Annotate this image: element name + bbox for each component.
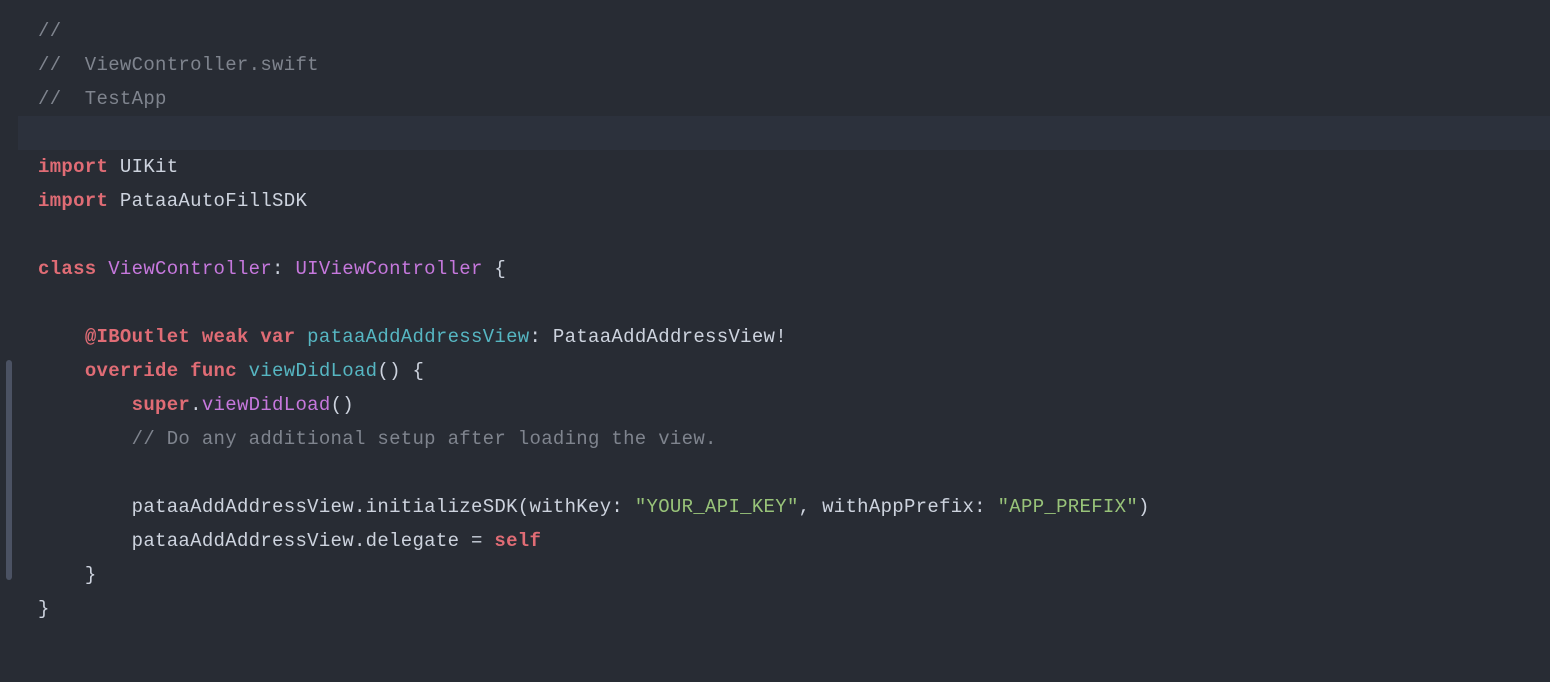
class-name: ViewController: [108, 258, 272, 280]
param-label: withKey:: [530, 496, 624, 518]
punctuation: :: [272, 258, 284, 280]
comment-text: // TestApp: [38, 88, 167, 110]
keyword: override: [85, 360, 179, 382]
code-line: // TestApp: [38, 82, 1550, 116]
code-line: //: [38, 14, 1550, 48]
property-name: pataaAddAddressView: [307, 326, 529, 348]
code-line: }: [38, 558, 1550, 592]
super-class: UIViewController: [295, 258, 482, 280]
identifier: pataaAddAddressView: [132, 530, 354, 552]
code-line: pataaAddAddressView.initializeSDK(withKe…: [38, 490, 1550, 524]
paren: (: [518, 496, 530, 518]
code-line: }: [38, 592, 1550, 626]
comment-text: // ViewController.swift: [38, 54, 319, 76]
code-line: override func viewDidLoad() {: [38, 354, 1550, 388]
dot: .: [190, 394, 202, 416]
paren: ): [1138, 496, 1150, 518]
string-literal: "APP_PREFIX": [998, 496, 1138, 518]
function-name: viewDidLoad: [249, 360, 378, 382]
text: [108, 190, 120, 212]
brace: }: [38, 598, 50, 620]
code-line: import UIKit: [38, 150, 1550, 184]
keyword: var: [260, 326, 295, 348]
brace: {: [483, 258, 506, 280]
property-access: delegate: [366, 530, 460, 552]
editor-gutter: [0, 0, 18, 682]
parens: (): [377, 360, 400, 382]
equals: =: [459, 530, 494, 552]
dot: .: [354, 496, 366, 518]
attribute: @IBOutlet: [85, 326, 190, 348]
keyword-self: self: [494, 530, 541, 552]
code-line: class ViewController: UIViewController {: [38, 252, 1550, 286]
keyword: weak: [202, 326, 249, 348]
comment-text: // Do any additional setup after loading…: [132, 428, 717, 450]
code-editor[interactable]: // // ViewController.swift // TestApp im…: [0, 0, 1550, 682]
dot: .: [354, 530, 366, 552]
text: [108, 156, 120, 178]
keyword: import: [38, 156, 108, 178]
parens: (): [331, 394, 354, 416]
code-line: import PataaAutoFillSDK: [38, 184, 1550, 218]
method-call: viewDidLoad: [202, 394, 331, 416]
scroll-indicator[interactable]: [6, 360, 12, 580]
brace: }: [85, 564, 97, 586]
keyword-super: super: [132, 394, 191, 416]
module-name: PataaAutoFillSDK: [120, 190, 307, 212]
code-line: pataaAddAddressView.delegate = self: [38, 524, 1550, 558]
param-label: withAppPrefix:: [822, 496, 986, 518]
string-literal: "YOUR_API_KEY": [635, 496, 799, 518]
module-name: UIKit: [120, 156, 179, 178]
type-name: PataaAddAddressView!: [553, 326, 787, 348]
code-line: @IBOutlet weak var pataaAddAddressView: …: [38, 320, 1550, 354]
keyword: import: [38, 190, 108, 212]
identifier: pataaAddAddressView: [132, 496, 354, 518]
comment-text: //: [38, 20, 61, 42]
code-line-highlighted: [18, 116, 1550, 150]
code-line: super.viewDidLoad(): [38, 388, 1550, 422]
brace: {: [401, 360, 424, 382]
code-line: [38, 286, 1550, 320]
code-content[interactable]: // // ViewController.swift // TestApp im…: [18, 0, 1550, 682]
code-line: [38, 456, 1550, 490]
keyword: func: [190, 360, 237, 382]
keyword: class: [38, 258, 97, 280]
comma: ,: [799, 496, 822, 518]
method-call: initializeSDK: [366, 496, 518, 518]
punctuation: :: [530, 326, 542, 348]
code-line: [38, 218, 1550, 252]
code-line: // ViewController.swift: [38, 48, 1550, 82]
code-line: // Do any additional setup after loading…: [38, 422, 1550, 456]
